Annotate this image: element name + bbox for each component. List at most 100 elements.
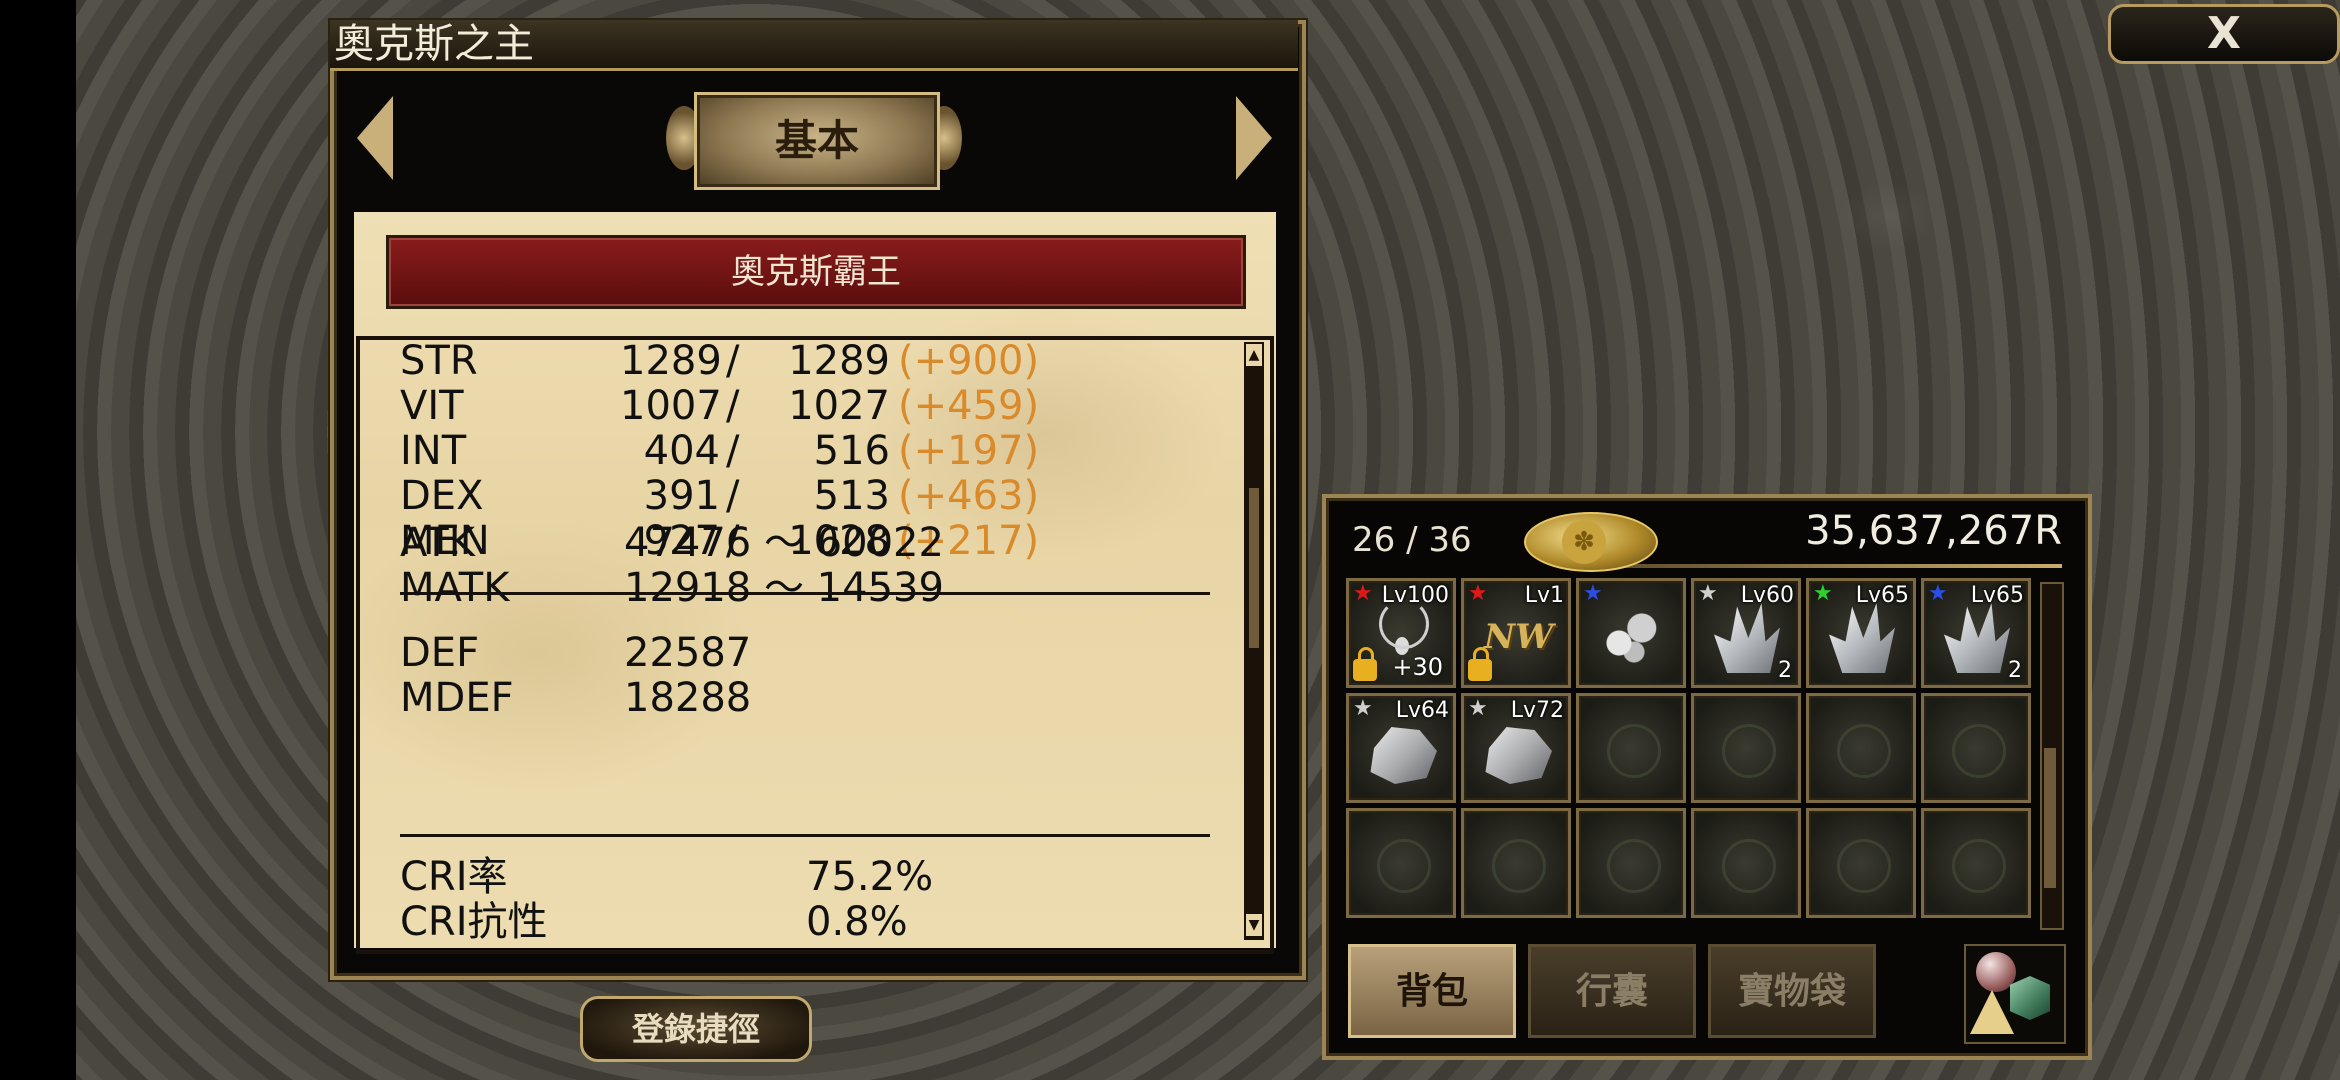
tab-basic[interactable]: 基本 [666, 88, 962, 190]
attack-value: 47476 〜 60022 [624, 520, 944, 566]
item-quantity: 2 [2008, 658, 2022, 683]
item-level: Lv72 [1510, 698, 1564, 723]
white-flower-icon [1601, 607, 1661, 667]
inventory-slot[interactable]: ★ Lv72 [1461, 693, 1571, 803]
inventory-slot[interactable]: ★ Lv60 2 [1691, 578, 1801, 688]
register-shortcut-button[interactable]: 登錄捷徑 [580, 996, 812, 1062]
attribute-bonus: (+459) [898, 383, 1040, 429]
inventory-slot-empty[interactable] [1806, 693, 1916, 803]
item-level: Lv100 [1381, 583, 1449, 608]
inventory-slot[interactable]: ★ Lv65 [1806, 578, 1916, 688]
attack-value: 12918 〜 14539 [624, 565, 944, 611]
defense-value: 22587 [624, 630, 752, 676]
grade-star-icon: ★ [1698, 581, 1718, 606]
attribute-label: VIT [400, 383, 464, 429]
attribute-row-dex: DEX 391/ 513 (+463) [360, 473, 1240, 519]
attribute-label: INT [400, 428, 467, 474]
critical-label: CRI抗性 [400, 899, 548, 945]
inventory-slot-empty[interactable] [1461, 808, 1571, 918]
critical-label: CRI率 [400, 854, 508, 900]
attack-label: MATK [400, 565, 510, 611]
critical-row: CRI抗性 0.8% [360, 899, 1240, 945]
lock-icon [1353, 647, 1377, 681]
attribute-current: 404 [643, 428, 720, 474]
grade-star-icon: ★ [1353, 581, 1373, 606]
tab-treasure-bag[interactable]: 寶物袋 [1708, 944, 1876, 1038]
crystal-icon [1714, 603, 1780, 673]
attribute-label: DEX [400, 473, 484, 519]
item-enhance-level: +30 [1392, 653, 1443, 681]
next-page-arrow-icon[interactable] [1236, 96, 1272, 180]
inventory-count: 26 / 36 [1352, 520, 1472, 560]
item-level: Lv1 [1524, 583, 1564, 608]
inventory-slot[interactable]: ★ [1576, 578, 1686, 688]
attribute-row-int: INT 404/ 516 (+197) [360, 428, 1240, 474]
grade-star-icon: ★ [1353, 696, 1373, 721]
item-level: Lv65 [1970, 583, 2024, 608]
grade-star-icon: ★ [1813, 581, 1833, 606]
attribute-current: 1289 [620, 338, 722, 384]
nw-emblem-icon: NW [1484, 617, 1554, 657]
attribute-max: 516 [813, 428, 890, 474]
crystal-icon [1829, 603, 1895, 673]
character-name-bar: 奧克斯霸王 [386, 235, 1246, 309]
attribute-current: 391 [643, 473, 720, 519]
inventory-slot-empty[interactable] [1921, 808, 2031, 918]
stats-scroll-thumb[interactable] [1249, 488, 1259, 648]
item-quantity: 2 [1778, 658, 1792, 683]
divider [400, 834, 1210, 837]
cone-icon [1970, 990, 2014, 1034]
item-level: Lv65 [1855, 583, 1909, 608]
attack-label: ATK [400, 520, 475, 566]
inventory-slot[interactable]: NW ★ Lv1 [1461, 578, 1571, 688]
attribute-row-vit: VIT 1007/ 1027 (+459) [360, 383, 1240, 429]
attribute-bonus: (+900) [898, 338, 1040, 384]
attribute-slash: / [726, 473, 740, 519]
tab-backpack[interactable]: 背包 [1348, 944, 1516, 1038]
item-level: Lv64 [1395, 698, 1449, 723]
attribute-max: 1027 [788, 383, 890, 429]
grade-star-icon: ★ [1468, 581, 1488, 606]
attribute-slash: / [726, 428, 740, 474]
attribute-max: 513 [813, 473, 890, 519]
stats-list[interactable]: STR 1289/1289 (+900) VIT 1007/1027 (+459) INT 4… [356, 336, 1274, 954]
attribute-bonus: (+463) [898, 473, 1040, 519]
cube-icon [2010, 976, 2050, 1020]
attribute-row-str: STR 1289/1289 (+900) [360, 338, 1240, 384]
inventory-slot[interactable]: ★ Lv65 2 [1921, 578, 2031, 688]
prev-page-arrow-icon[interactable] [357, 96, 393, 180]
attribute-slash: / [726, 338, 740, 384]
attribute-slash: / [726, 383, 740, 429]
inventory-slot-empty[interactable] [1576, 693, 1686, 803]
critical-value: 0.8% [806, 899, 908, 945]
attribute-max: 1289 [788, 338, 890, 384]
inventory-slot-empty[interactable] [1346, 808, 1456, 918]
scroll-down-icon[interactable]: ▼ [1246, 914, 1262, 936]
attack-row-matk: MATK 12918 〜 14539 [360, 565, 1240, 611]
item-level: Lv60 [1740, 583, 1794, 608]
grade-star-icon: ★ [1583, 581, 1603, 606]
attribute-bonus: (+197) [898, 428, 1040, 474]
grade-star-icon: ★ [1928, 581, 1948, 606]
scroll-up-icon[interactable]: ▲ [1246, 344, 1262, 366]
inventory-slot-empty[interactable] [1921, 693, 2031, 803]
money-underline [1600, 564, 2062, 568]
defense-row-def: DEF 22587 [360, 630, 1240, 676]
attribute-label: STR [400, 338, 478, 384]
inventory-slot[interactable]: ★ Lv64 [1346, 693, 1456, 803]
lock-icon [1468, 647, 1492, 681]
defense-value: 18288 [624, 675, 752, 721]
attack-row-atk: ATK 47476 〜 60022 [360, 520, 1240, 566]
inventory-slot-empty[interactable] [1806, 808, 1916, 918]
character-window-title: 奧克斯之主 [334, 21, 534, 67]
inventory-slot-empty[interactable] [1576, 808, 1686, 918]
inventory-slot-empty[interactable] [1691, 693, 1801, 803]
inventory-scroll-thumb[interactable] [2044, 748, 2056, 888]
tab-bag[interactable]: 行囊 [1528, 944, 1696, 1038]
tab-basic-label: 基本 [694, 92, 940, 190]
defense-label: DEF [400, 630, 480, 676]
inventory-slot-empty[interactable] [1691, 808, 1801, 918]
inventory-slot[interactable]: ★ Lv100 +30 [1346, 578, 1456, 688]
critical-value: 75.2% [806, 854, 934, 900]
close-button[interactable]: X [2108, 4, 2340, 64]
